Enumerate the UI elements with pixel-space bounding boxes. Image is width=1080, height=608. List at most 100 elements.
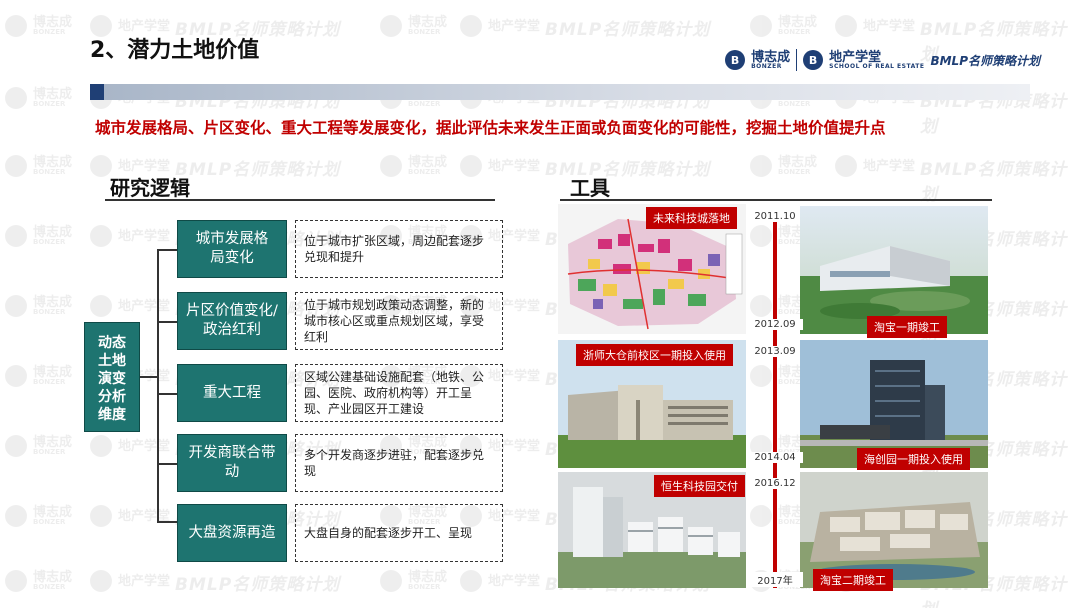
watermark-logo-icon <box>5 15 27 37</box>
watermark-text: 博志成BONZER <box>408 155 448 176</box>
watermark-tile: 地产学堂 <box>460 570 540 592</box>
watermark-tile: 博志成BONZER <box>5 225 72 247</box>
watermark-tile: BMLP名师策略计划 <box>920 155 1080 205</box>
event-tag: 浙师大仓前校区一期投入使用 <box>576 344 733 366</box>
logic-item-desc: 位于城市规划政策动态调整，新的城市核心区或重点规划区域，享受红利 <box>295 292 503 350</box>
logic-heading-underline <box>105 199 495 201</box>
brand-school: 地产学堂 SCHOOL OF REAL ESTATE <box>829 49 925 70</box>
logic-heading: 研究逻辑 <box>110 176 190 200</box>
tools-heading-underline <box>560 199 992 201</box>
watermark-tile: 博志成BONZER <box>750 155 817 177</box>
watermark-tile: 博志成BONZER <box>750 15 817 37</box>
watermark-tile: 博志成BONZER <box>380 15 447 37</box>
watermark-tile: 地产学堂 <box>460 155 540 177</box>
watermark-logo-icon <box>460 570 482 592</box>
header-divider-bar <box>90 84 1030 100</box>
watermark-text: 博志成BONZER <box>33 15 73 36</box>
taobao-phase1-photo <box>800 206 988 334</box>
watermark-tile: 地产学堂 <box>835 15 915 37</box>
brand-program: BMLP名师策略计划 <box>930 53 1040 68</box>
event-year: 2017年 <box>747 572 803 587</box>
watermark-logo-icon <box>380 15 402 37</box>
watermark-logo-icon <box>380 570 402 592</box>
tools-heading: 工具 <box>570 176 610 200</box>
watermark-text: 博志成BONZER <box>33 570 73 591</box>
watermark-tile: 博志成BONZER <box>5 295 72 317</box>
logic-item-desc: 位于城市扩张区域，周边配套逐步兑现和提升 <box>295 220 503 278</box>
connector-core <box>140 376 158 378</box>
logic-item-box: 片区价值变化/政治红利 <box>177 292 287 350</box>
watermark-text: BMLP名师策略计划 <box>545 20 711 40</box>
connector-branch <box>157 321 177 323</box>
watermark-logo-icon <box>835 155 857 177</box>
watermark-text: 地产学堂 <box>118 298 171 314</box>
watermark-logo-icon <box>5 435 27 457</box>
connector-trunk <box>157 249 159 522</box>
watermark-logo-icon <box>750 225 772 247</box>
logic-item-desc: 大盘自身的配套逐步开工、呈现 <box>295 504 503 562</box>
watermark-text: 地产学堂 <box>118 438 171 454</box>
watermark-tile: 博志成BONZER <box>5 87 72 109</box>
watermark-text: 博志成BONZER <box>33 87 73 108</box>
watermark-logo-icon <box>5 295 27 317</box>
event-tag: 未来科技城落地 <box>646 207 737 229</box>
watermark-tile: 博志成BONZER <box>5 15 72 37</box>
watermark-logo-icon <box>750 365 772 387</box>
watermark-logo-icon <box>90 435 112 457</box>
watermark-tile: 博志成BONZER <box>5 505 72 527</box>
watermark-logo-icon <box>460 15 482 37</box>
watermark-text: BMLP名师策略计划 <box>920 160 1068 205</box>
watermark-tile: 地产学堂 <box>90 570 170 592</box>
watermark-text: 地产学堂 <box>488 158 541 174</box>
watermark-tile: 博志成BONZER <box>5 365 72 387</box>
watermark-text: 博志成BONZER <box>33 155 73 176</box>
watermark-tile: BMLP名师策略计划 <box>175 155 340 180</box>
event-tag: 淘宝二期竣工 <box>813 569 893 591</box>
watermark-text: 地产学堂 <box>118 18 171 34</box>
event-tag: 淘宝一期竣工 <box>867 316 947 338</box>
watermark-logo-icon <box>750 505 772 527</box>
event-year: 2012.09 <box>747 319 803 330</box>
watermark-text: BMLP名师策略计划 <box>175 160 341 180</box>
event-tag: 海创园一期投入使用 <box>857 448 970 470</box>
logic-item-box: 重大工程 <box>177 364 287 422</box>
watermark-logo-icon <box>90 225 112 247</box>
event-year: 2013.09 <box>747 346 803 357</box>
watermark-logo-icon <box>460 155 482 177</box>
watermark-text: 地产学堂 <box>488 573 541 589</box>
school-logo-icon: B <box>803 50 824 70</box>
watermark-text: 博志成BONZER <box>408 15 448 36</box>
page-title: 2、潜力土地价值 <box>90 38 260 63</box>
watermark-tile: 博志成BONZER <box>380 570 447 592</box>
watermark-tile: 博志成BONZER <box>380 155 447 177</box>
event-year: 2016.12 <box>747 478 803 489</box>
watermark-text: 地产学堂 <box>488 18 541 34</box>
logic-item-desc: 区域公建基础设施配套（地铁、公园、医院、政府机构等）开工呈现、产业园区开工建设 <box>295 364 503 422</box>
watermark-logo-icon <box>5 225 27 247</box>
logic-item-box: 开发商联合带动 <box>177 434 287 492</box>
watermark-tile: 地产学堂 <box>90 225 170 247</box>
watermark-logo-icon <box>835 15 857 37</box>
watermark-text: 博志成BONZER <box>778 155 818 176</box>
watermark-text: 博志成BONZER <box>33 225 73 246</box>
watermark-text: 地产学堂 <box>118 228 171 244</box>
event-year: 2014.04 <box>747 452 803 463</box>
watermark-logo-icon <box>750 15 772 37</box>
watermark-logo-icon <box>90 295 112 317</box>
logic-item-box: 城市发展格局变化 <box>177 220 287 278</box>
watermark-logo-icon <box>750 295 772 317</box>
bonzer-logo-icon: B <box>725 50 746 70</box>
watermark-tile: BMLP名师策略计划 <box>175 570 340 595</box>
logic-item-box: 大盘资源再造 <box>177 504 287 562</box>
watermark-tile: BMLP名师策略计划 <box>545 15 710 40</box>
watermark-tile: 博志成BONZER <box>5 155 72 177</box>
connector-branch <box>157 249 177 251</box>
watermark-text: 博志成BONZER <box>778 15 818 36</box>
watermark-text: 地产学堂 <box>118 158 171 174</box>
watermark-logo-icon <box>90 505 112 527</box>
watermark-tile: 博志成BONZER <box>5 435 72 457</box>
watermark-logo-icon <box>5 365 27 387</box>
logic-item-desc: 多个开发商逐步进驻，配套逐步兑现 <box>295 434 503 492</box>
connector-branch <box>157 521 177 523</box>
watermark-text: 博志成BONZER <box>33 365 73 386</box>
